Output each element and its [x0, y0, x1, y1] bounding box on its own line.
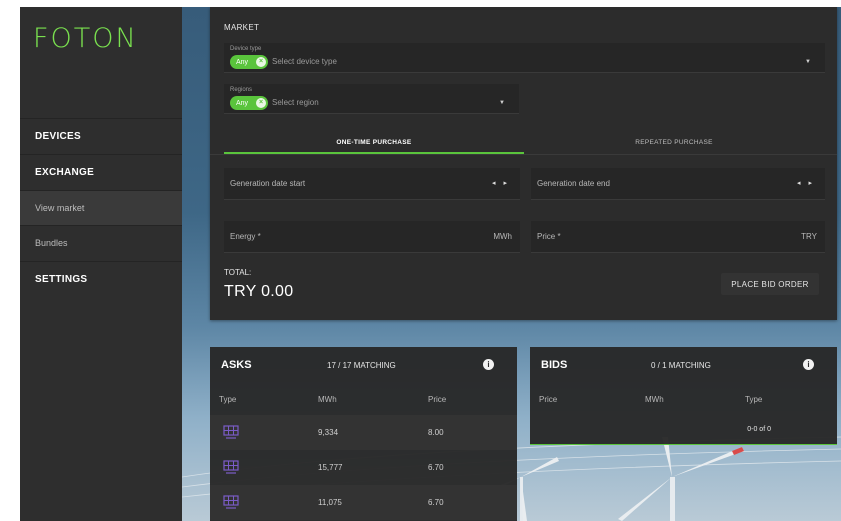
pagination-range: 0-0 of 0 [747, 426, 771, 433]
ask-mwh: 15,777 [318, 463, 343, 472]
table-row[interactable]: 9,334 8.00 [210, 415, 517, 450]
generation-date-end-field[interactable]: Generation date end ◂ ▸ [531, 168, 825, 200]
total-value: TRY 0.00 [224, 283, 294, 300]
energy-input[interactable]: Energy * MWh [224, 221, 520, 253]
device-type-chip[interactable]: Any × [230, 55, 268, 69]
chevron-down-icon[interactable]: ▼ [805, 59, 811, 65]
tab-repeated-purchase[interactable]: REPEATED PURCHASE [524, 127, 824, 157]
ask-price: 6.70 [428, 463, 444, 472]
sidebar: FOTON DEVICES EXCHANGE View market Bundl… [20, 7, 182, 521]
device-type-select[interactable]: Device type Any × Select device type ▼ [224, 43, 825, 73]
place-bid-order-button[interactable]: PLACE BID ORDER [721, 273, 819, 295]
tab-divider [210, 154, 837, 155]
device-type-label: Device type [230, 46, 262, 52]
column-header-mwh[interactable]: MWh [318, 395, 337, 404]
asks-matching-count: 17 / 17 MATCHING [327, 361, 396, 370]
column-header-type[interactable]: Type [745, 395, 762, 404]
region-placeholder: Select region [272, 98, 319, 107]
generation-date-start-label: Generation date start [230, 179, 306, 188]
price-label: Price * [537, 232, 561, 241]
sidebar-item-bundles[interactable]: Bundles [20, 225, 182, 260]
price-unit: TRY [801, 232, 817, 241]
bids-pagination: 0-0 of 0 [530, 417, 837, 445]
total-label: TOTAL: [224, 268, 252, 277]
ask-mwh: 9,334 [318, 428, 339, 437]
column-header-price[interactable]: Price [428, 395, 446, 404]
sidebar-item-devices[interactable]: DEVICES [20, 118, 182, 153]
table-row[interactable]: 11,075 6.70 [210, 485, 517, 520]
solar-panel-icon [223, 425, 239, 439]
sidebar-item-view-market[interactable]: View market [20, 190, 182, 225]
solar-panel-icon [223, 495, 239, 509]
chip-remove-icon[interactable]: × [256, 57, 266, 67]
chip-remove-icon[interactable]: × [256, 98, 266, 108]
date-arrows-icon[interactable]: ◂ ▸ [492, 179, 510, 187]
column-header-price[interactable]: Price [539, 395, 557, 404]
bids-matching-count: 0 / 1 MATCHING [651, 361, 711, 370]
date-arrows-icon[interactable]: ◂ ▸ [797, 179, 815, 187]
energy-unit: MWh [493, 232, 512, 241]
chip-label: Any [236, 99, 249, 107]
region-label: Regions [230, 87, 253, 93]
app-window: FOTON DEVICES EXCHANGE View market Bundl… [20, 7, 841, 521]
ask-mwh: 11,075 [318, 498, 342, 507]
column-header-mwh[interactable]: MWh [645, 395, 664, 404]
market-title: MARKET [224, 23, 260, 32]
bids-title: BIDS [541, 359, 568, 371]
active-tab-indicator [224, 152, 524, 154]
bids-panel: BIDS 0 / 1 MATCHING i Price MWh Type 0-0… [530, 347, 837, 445]
ask-price: 6.70 [428, 498, 444, 507]
generation-date-end-label: Generation date end [537, 179, 610, 188]
asks-title: ASKS [221, 359, 252, 371]
table-row[interactable]: 15,777 6.70 [210, 450, 517, 485]
price-input[interactable]: Price * TRY [531, 221, 825, 253]
asks-panel: ASKS 17 / 17 MATCHING i Type MWh Price 9… [210, 347, 517, 521]
foton-logo[interactable]: FOTON [33, 23, 138, 54]
solar-panel-icon [223, 460, 239, 474]
region-select[interactable]: Regions Any × Select region ▼ [224, 84, 519, 114]
sidebar-item-settings[interactable]: SETTINGS [20, 261, 182, 296]
ask-price: 8.00 [428, 428, 444, 437]
market-panel: MARKET Device type Any × Select device t… [210, 7, 837, 320]
chip-label: Any [236, 58, 249, 66]
region-chip[interactable]: Any × [230, 96, 268, 110]
device-type-placeholder: Select device type [272, 57, 337, 66]
generation-date-start-field[interactable]: Generation date start ◂ ▸ [224, 168, 520, 200]
chevron-down-icon[interactable]: ▼ [499, 100, 505, 106]
info-icon[interactable]: i [803, 359, 814, 370]
column-header-type[interactable]: Type [219, 395, 236, 404]
sidebar-item-exchange[interactable]: EXCHANGE [20, 154, 182, 189]
energy-label: Energy * [230, 232, 261, 241]
info-icon[interactable]: i [483, 359, 494, 370]
